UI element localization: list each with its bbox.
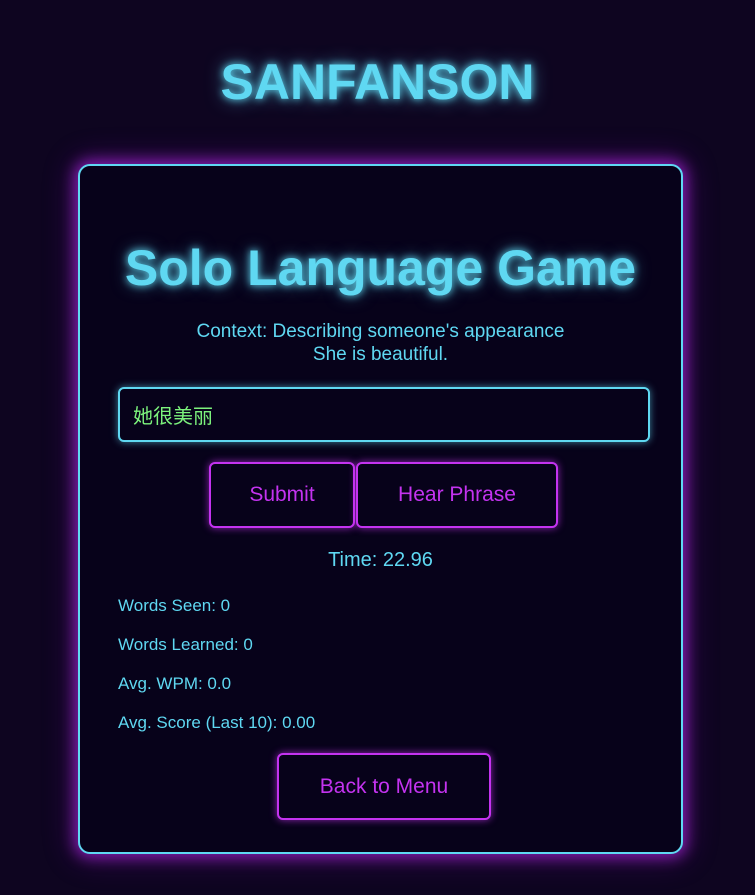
prompt-block: Context: Describing someone's appearance… (80, 320, 681, 366)
phrase-text: She is beautiful. (312, 344, 449, 365)
game-title: Solo Language Game (124, 240, 637, 296)
back-to-menu-button[interactable]: Back to Menu (277, 753, 491, 820)
stat-avg-wpm: Avg. WPM: 0.0 (118, 674, 232, 693)
timer: Time: 22.96 (328, 549, 433, 571)
submit-button[interactable]: Submit (209, 462, 355, 528)
stat-words-seen: Words Seen: 0 (118, 596, 231, 615)
stat-words-learned: Words Learned: 0 (118, 635, 253, 654)
stat-avg-score: Avg. Score (Last 10): 0.00 (118, 713, 316, 732)
page: SANFANSON Solo Language Game Context: De… (0, 0, 755, 895)
game-card: Solo Language Game Context: Describing s… (78, 164, 683, 854)
hear-phrase-button[interactable]: Hear Phrase (356, 462, 558, 528)
context-text: Context: Describing someone's appearance (196, 321, 565, 342)
answer-input[interactable] (118, 387, 650, 442)
brand-title: SANFANSON (220, 54, 535, 110)
